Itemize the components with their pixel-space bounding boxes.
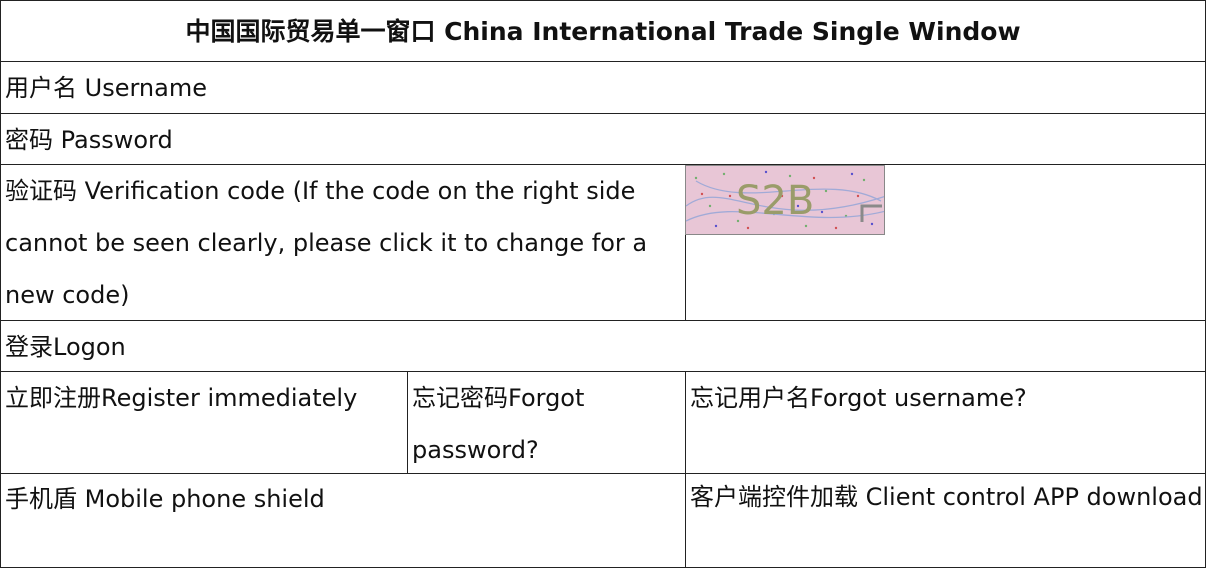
login-table: 中国国际贸易单一窗口 China International Trade Sin… xyxy=(0,0,1206,568)
captcha-noise-graphic: S2B xyxy=(686,166,884,234)
captcha-text: S2B xyxy=(736,178,814,224)
username-row[interactable]: 用户名 Username xyxy=(0,62,1206,114)
password-row[interactable]: 密码 Password xyxy=(0,114,1206,165)
forgot-username-link[interactable]: 忘记用户名Forgot username? xyxy=(685,372,1205,473)
captcha-image[interactable]: S2B xyxy=(685,165,885,235)
logon-button[interactable]: 登录Logon xyxy=(1,321,1205,371)
verification-label: 验证码 Verification code (If the code on th… xyxy=(5,177,648,309)
logon-row[interactable]: 登录Logon xyxy=(0,321,1206,372)
forgot-password-link[interactable]: 忘记密码Forgot password? xyxy=(407,372,685,473)
client-download-link[interactable]: 客户端控件加载 Client control APP download xyxy=(685,474,1205,567)
password-label: 密码 Password xyxy=(5,126,173,154)
bottom-row: 手机盾 Mobile phone shield 客户端控件加载 Client c… xyxy=(0,474,1206,568)
links-row: 立即注册Register immediately 忘记密码Forgot pass… xyxy=(0,372,1206,474)
register-link[interactable]: 立即注册Register immediately xyxy=(1,372,407,473)
mobile-shield-link[interactable]: 手机盾 Mobile phone shield xyxy=(1,474,685,567)
verification-row: 验证码 Verification code (If the code on th… xyxy=(0,165,1206,321)
username-label: 用户名 Username xyxy=(5,74,207,102)
title-row: 中国国际贸易单一窗口 China International Trade Sin… xyxy=(0,0,1206,62)
page-title: 中国国际贸易单一窗口 China International Trade Sin… xyxy=(185,17,1021,46)
